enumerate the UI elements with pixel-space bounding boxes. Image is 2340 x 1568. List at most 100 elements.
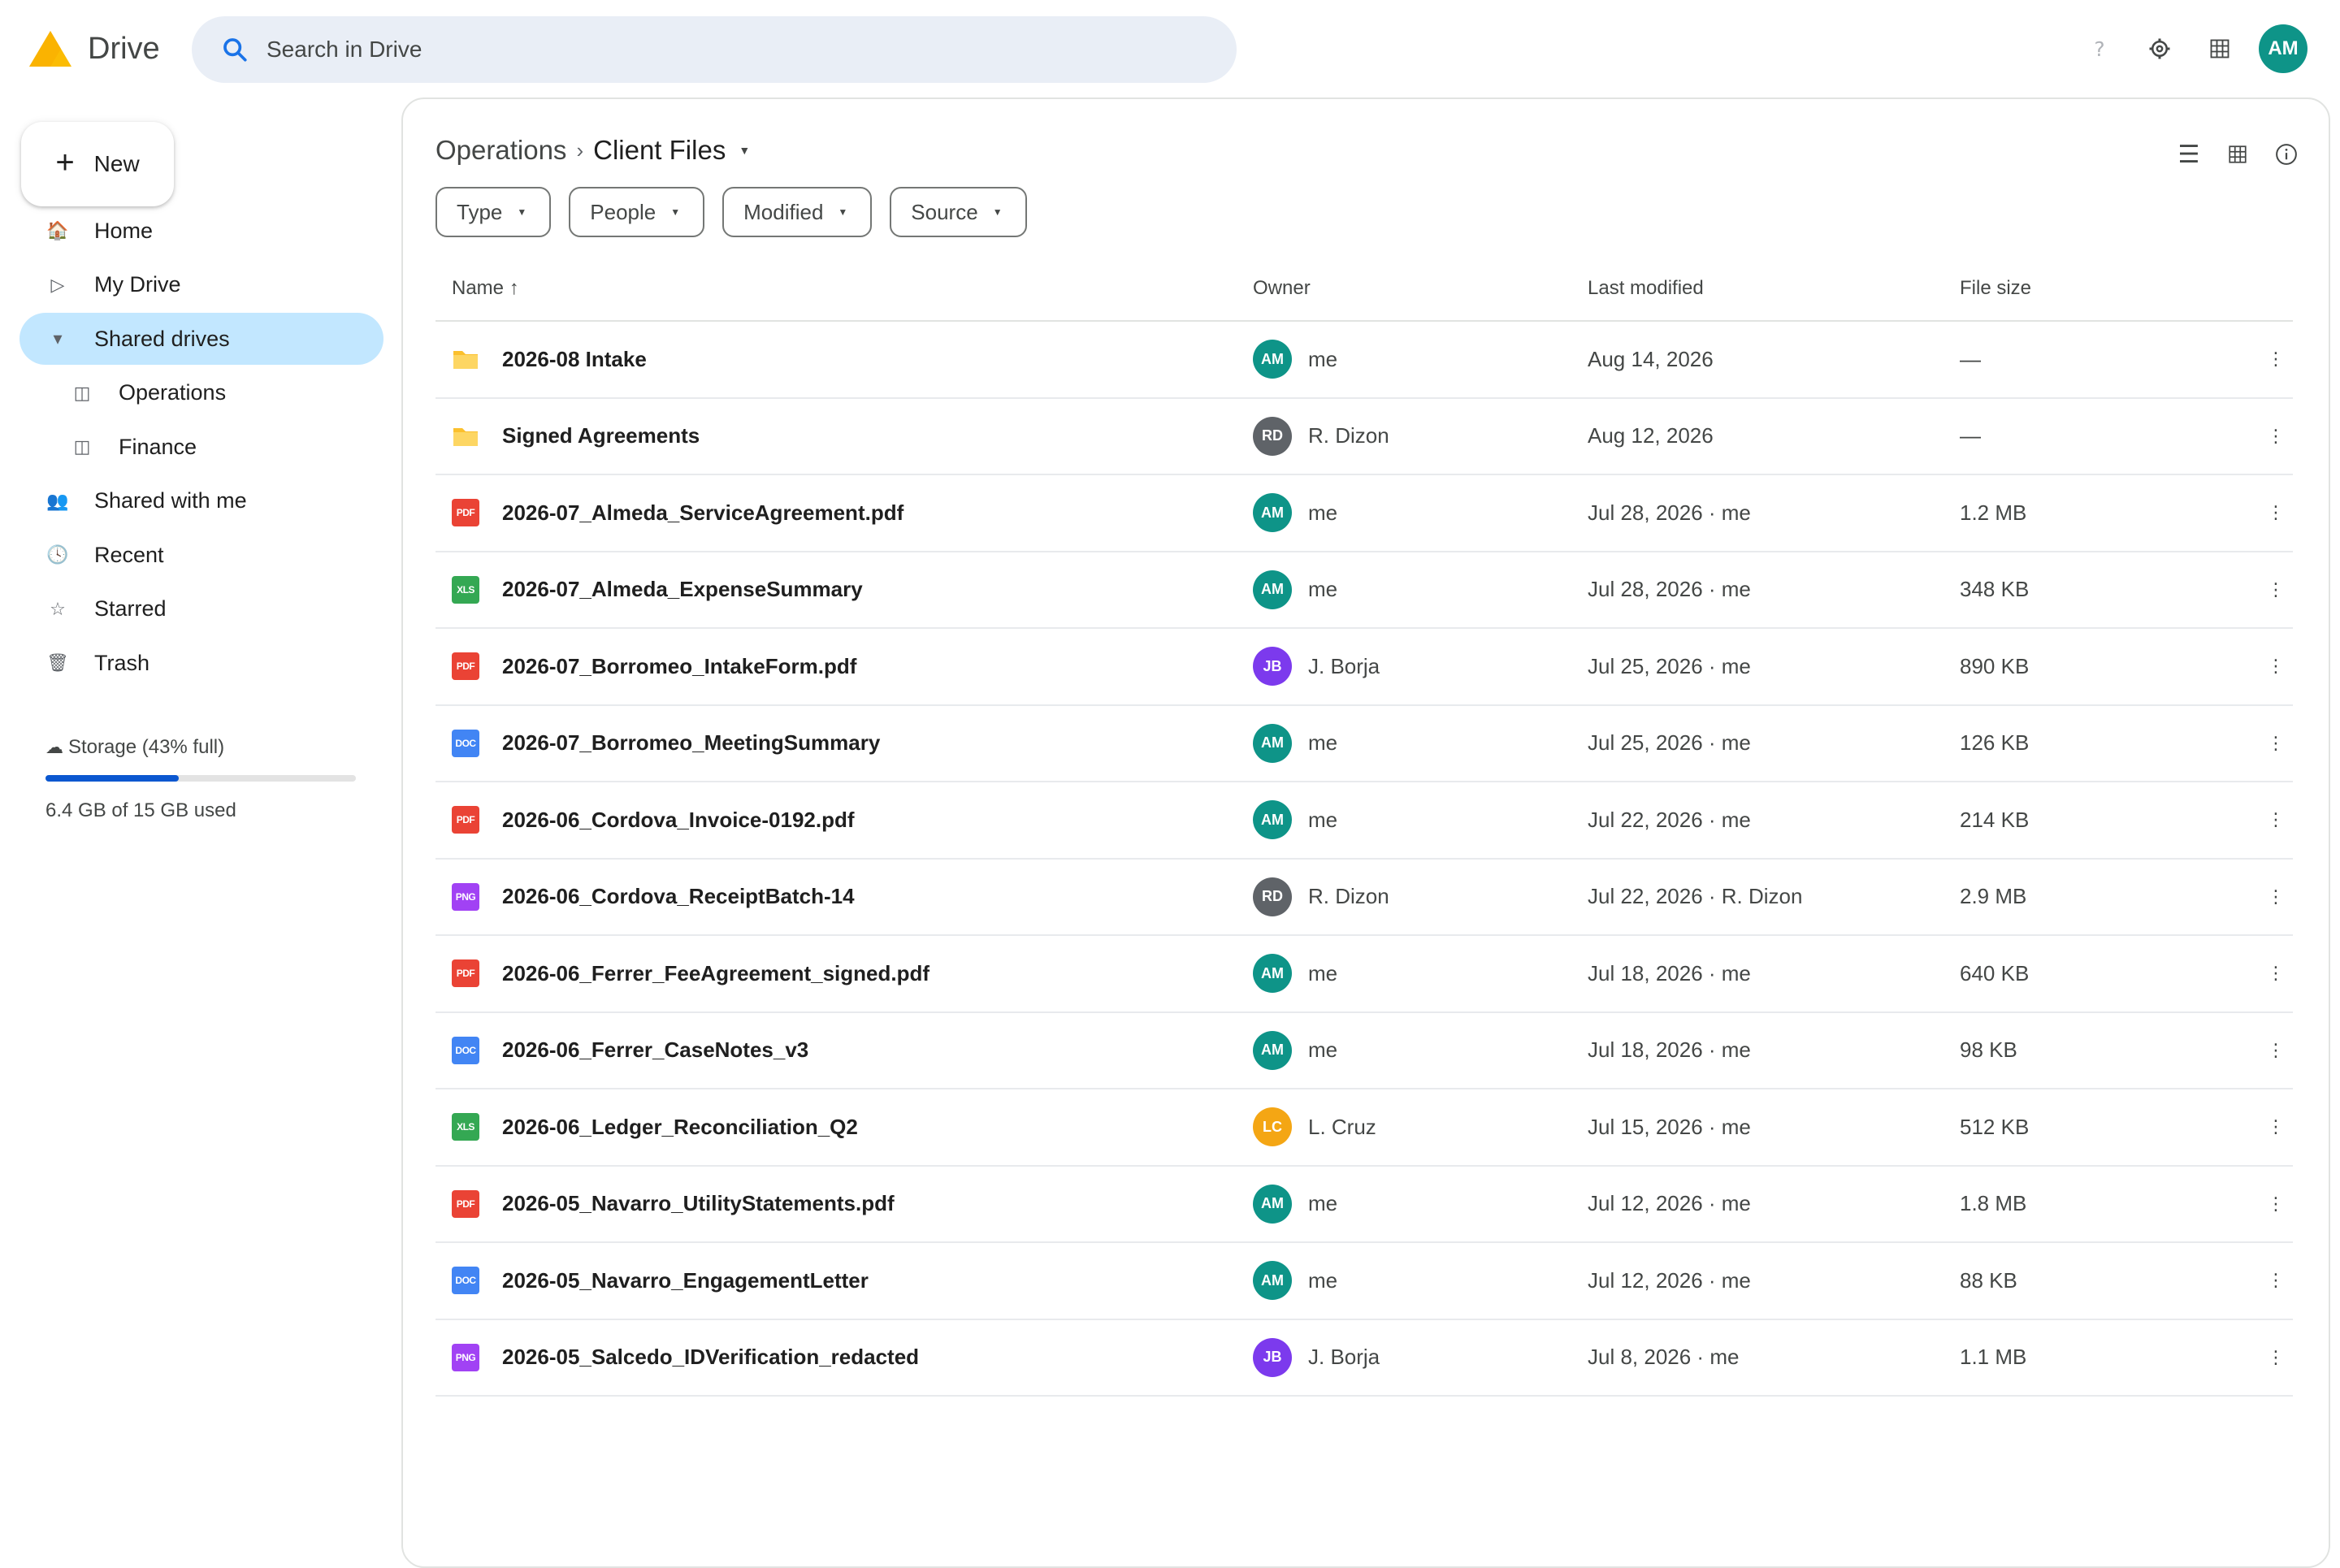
- table-row[interactable]: DOC 2026-07_Borromeo_MeetingSummary AM me Ju…: [436, 706, 2293, 782]
- column-header-size: File size: [1960, 277, 2032, 299]
- file-name-cell[interactable]: PDF 2026-05_Navarro_UtilityStatements.pdf: [436, 1189, 1253, 1218]
- sidebar-item-label: Shared with me: [94, 488, 247, 513]
- owner-cell: LC L. Cruz: [1253, 1107, 1588, 1147]
- list-view-icon[interactable]: ☰: [2168, 133, 2210, 175]
- owner-name: me: [1308, 500, 1338, 525]
- filter-chip-type[interactable]: Type ▼: [436, 187, 552, 237]
- table-row[interactable]: XLS 2026-07_Almeda_ExpenseSummary AM me Jul …: [436, 552, 2293, 629]
- more-actions-icon[interactable]: ⋮: [2204, 733, 2293, 754]
- more-actions-icon[interactable]: ⋮: [2204, 1116, 2293, 1137]
- owner-cell: JB J. Borja: [1253, 647, 1588, 687]
- sidebar-item-shared-with-me[interactable]: 👥 Shared with me: [20, 475, 384, 527]
- file-name-cell[interactable]: PDF 2026-07_Almeda_ServiceAgreement.pdf: [436, 499, 1253, 527]
- file-name-cell[interactable]: DOC 2026-07_Borromeo_MeetingSummary: [436, 729, 1253, 757]
- sidebar-item-starred[interactable]: ☆ Starred: [20, 583, 384, 635]
- file-name: 2026-07_Borromeo_MeetingSummary: [502, 730, 881, 756]
- file-name-cell[interactable]: DOC 2026-06_Ferrer_CaseNotes_v3: [436, 1036, 1253, 1064]
- new-button[interactable]: + New: [21, 122, 174, 206]
- table-row[interactable]: PNG 2026-06_Cordova_ReceiptBatch-14 RD R. D…: [436, 860, 2293, 936]
- table-row[interactable]: PDF 2026-06_Cordova_Invoice-0192.pdf AM me J…: [436, 782, 2293, 860]
- table-row[interactable]: PDF 2026-07_Almeda_ServiceAgreement.pdf AM…: [436, 475, 2293, 552]
- sidebar-item-recent[interactable]: 🕓 Recent: [20, 529, 384, 581]
- sidebar-item-label: Trash: [94, 650, 150, 675]
- file-name-cell[interactable]: PDF 2026-06_Cordova_Invoice-0192.pdf: [436, 806, 1253, 834]
- more-actions-icon[interactable]: ⋮: [2204, 963, 2293, 984]
- file-name-cell[interactable]: XLS 2026-06_Ledger_Reconciliation_Q2: [436, 1113, 1253, 1141]
- more-actions-icon[interactable]: ⋮: [2204, 1347, 2293, 1368]
- sidebar-item-shared-drives[interactable]: ▾ Shared drives: [20, 313, 384, 365]
- file-name-cell[interactable]: PDF 2026-07_Borromeo_IntakeForm.pdf: [436, 652, 1253, 681]
- table-row[interactable]: Signed Agreements RD R. Dizon Aug 12, 2026 —…: [436, 399, 2293, 475]
- search-input[interactable]: [265, 36, 1162, 63]
- filter-chip-modified[interactable]: Modified ▼: [722, 187, 873, 237]
- table-row[interactable]: XLS 2026-06_Ledger_Reconciliation_Q2 LC L. …: [436, 1089, 2293, 1167]
- more-actions-icon[interactable]: ⋮: [2204, 1193, 2293, 1215]
- table-row[interactable]: PDF 2026-07_Borromeo_IntakeForm.pdf JB J. B…: [436, 629, 2293, 706]
- column-header-modified[interactable]: Last modified: [1588, 277, 1960, 300]
- chevron-down-icon: ▼: [670, 206, 681, 218]
- drive-logo[interactable]: Drive: [28, 29, 160, 68]
- storage-bar-fill: [46, 775, 180, 782]
- breadcrumb-parent[interactable]: Operations: [436, 135, 566, 166]
- more-actions-icon[interactable]: ⋮: [2204, 1270, 2293, 1291]
- last-modified-cell: Jul 28, 2026 · me: [1588, 577, 1751, 602]
- file-name-cell[interactable]: PDF 2026-06_Ferrer_FeeAgreement_signed.pd…: [436, 959, 1253, 988]
- apps-grid-icon[interactable]: [2195, 24, 2244, 73]
- storage-used-text: 6.4 GB of 15 GB used: [46, 799, 236, 821]
- file-rows: 2026-08 Intake AM me Aug 14, 2026— ⋮ Signed A…: [436, 322, 2293, 1397]
- breadcrumb-separator-icon: ›: [576, 137, 584, 162]
- table-row[interactable]: PNG 2026-05_Salcedo_IDVerification_redact…: [436, 1320, 2293, 1397]
- file-name-cell[interactable]: Signed Agreements: [436, 422, 1253, 450]
- sidebar-item-operations[interactable]: ◫ Operations: [20, 367, 384, 419]
- info-icon[interactable]: [2265, 133, 2308, 175]
- last-modified-cell: Jul 8, 2026 · me: [1588, 1345, 1740, 1370]
- search-bar[interactable]: [192, 16, 1237, 83]
- account-avatar[interactable]: AM: [2259, 24, 2308, 73]
- column-header-name[interactable]: Name ↑: [436, 277, 1253, 300]
- last-modified-cell: Jul 28, 2026 · me: [1588, 500, 1751, 525]
- breadcrumb-current[interactable]: Client Files: [593, 135, 726, 166]
- avatar: AM: [1253, 1184, 1292, 1224]
- filter-chip-people[interactable]: People ▼: [569, 187, 705, 237]
- file-name-cell[interactable]: DOC 2026-05_Navarro_EngagementLetter: [436, 1267, 1253, 1295]
- more-actions-icon[interactable]: ⋮: [2204, 809, 2293, 830]
- search-icon[interactable]: [221, 36, 249, 63]
- header-actions: ? AM: [2075, 24, 2308, 73]
- file-name-cell[interactable]: PNG 2026-06_Cordova_ReceiptBatch-14: [436, 882, 1253, 911]
- sidebar-item-home[interactable]: 🏠 Home: [20, 205, 384, 257]
- storage-panel[interactable]: ☁ Storage (43% full) 6.4 GB of 15 GB use…: [46, 736, 356, 822]
- more-actions-icon[interactable]: ⋮: [2204, 502, 2293, 523]
- sidebar-item-finance[interactable]: ◫ Finance: [20, 421, 384, 473]
- png-file-icon: PNG: [452, 1343, 479, 1371]
- file-name-cell[interactable]: XLS 2026-07_Almeda_ExpenseSummary: [436, 575, 1253, 604]
- settings-icon[interactable]: [2135, 24, 2184, 73]
- table-row[interactable]: 2026-08 Intake AM me Aug 14, 2026 — ⋮: [436, 322, 2293, 399]
- more-actions-icon[interactable]: ⋮: [2204, 426, 2293, 447]
- sidebar-nav: 🏠 Home ▷ My Drive ▾ Shared drives ◫ Operations ◫…: [20, 205, 384, 691]
- chevron-down-icon[interactable]: ▼: [739, 144, 750, 157]
- sidebar-item-my-drive[interactable]: ▷ My Drive: [20, 259, 384, 311]
- file-name-cell[interactable]: 2026-08 Intake: [436, 345, 1253, 373]
- filter-chip-source[interactable]: Source ▼: [890, 187, 1027, 237]
- more-actions-icon[interactable]: ⋮: [2204, 579, 2293, 600]
- table-row[interactable]: DOC 2026-05_Navarro_EngagementLetter AM me J…: [436, 1243, 2293, 1320]
- sidebar-item-label: Home: [94, 218, 154, 243]
- more-actions-icon[interactable]: ⋮: [2204, 886, 2293, 907]
- file-size-cell: 890 KB: [1960, 653, 2030, 678]
- trash-icon: 🗑: [46, 652, 69, 673]
- file-name-cell[interactable]: PNG 2026-05_Salcedo_IDVerification_redact…: [436, 1343, 1253, 1371]
- table-header: Name ↑ Owner Last modified File size: [436, 257, 2293, 322]
- last-modified-cell: Jul 12, 2026 · me: [1588, 1267, 1751, 1293]
- table-row[interactable]: DOC 2026-06_Ferrer_CaseNotes_v3 AM me Jul 18…: [436, 1013, 2293, 1089]
- table-row[interactable]: PDF 2026-06_Ferrer_FeeAgreement_signed.pd…: [436, 936, 2293, 1013]
- help-icon[interactable]: ?: [2075, 24, 2124, 73]
- last-modified-cell: Jul 18, 2026 · me: [1588, 960, 1751, 985]
- chevron-down-icon: ▼: [838, 206, 848, 218]
- more-actions-icon[interactable]: ⋮: [2204, 1040, 2293, 1061]
- more-actions-icon[interactable]: ⋮: [2204, 349, 2293, 370]
- grid-view-icon[interactable]: [2216, 133, 2259, 175]
- sidebar-item-trash[interactable]: 🗑 Trash: [20, 637, 384, 689]
- file-name: 2026-05_Navarro_UtilityStatements.pdf: [502, 1191, 895, 1216]
- table-row[interactable]: PDF 2026-05_Navarro_UtilityStatements.pdf…: [436, 1167, 2293, 1243]
- more-actions-icon[interactable]: ⋮: [2204, 656, 2293, 677]
